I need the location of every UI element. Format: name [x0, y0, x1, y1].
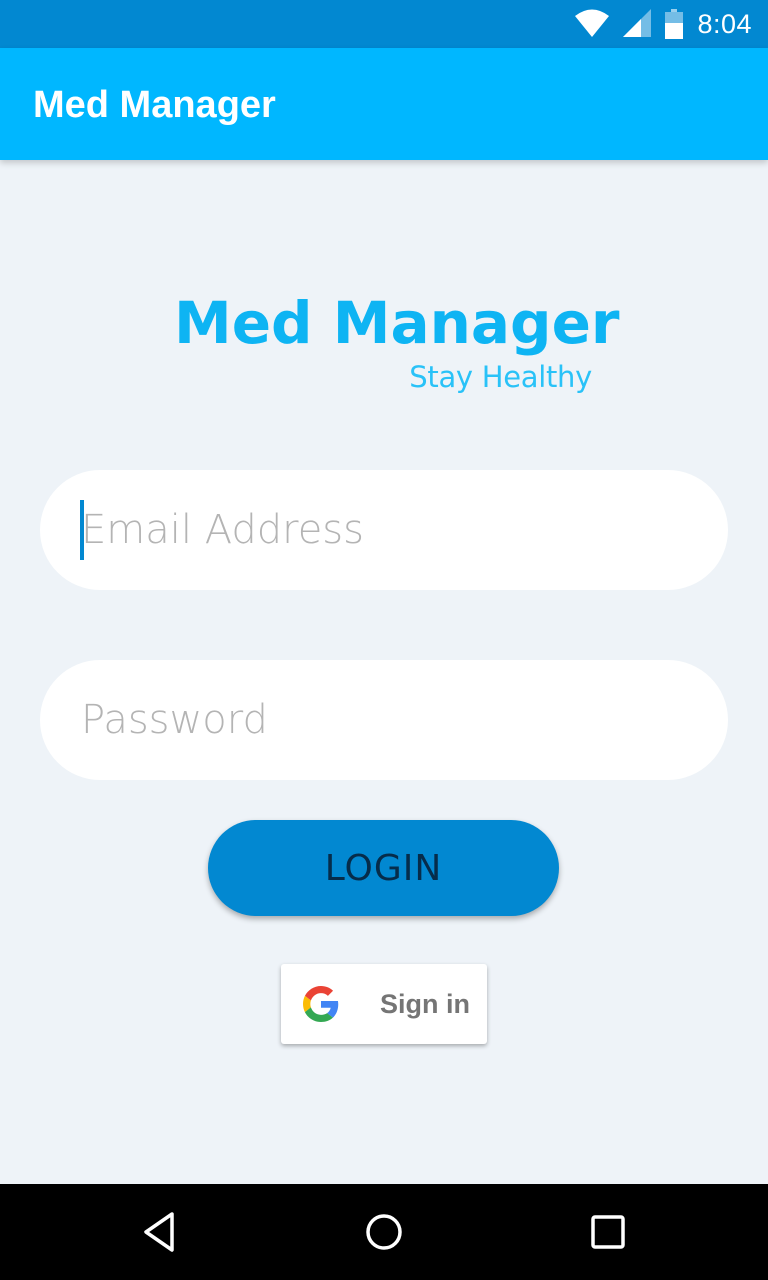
cellular-signal-icon — [623, 9, 652, 37]
login-screen: Med Manager Stay Healthy LOGIN Sign in — [0, 160, 768, 1184]
email-field[interactable] — [40, 470, 728, 590]
status-bar: 8:04 — [0, 0, 768, 48]
app-bar: Med Manager — [0, 48, 768, 160]
status-icons: 8:04 — [575, 0, 752, 48]
back-icon[interactable] — [136, 1208, 184, 1256]
google-sign-in-label: Sign in — [380, 989, 470, 1019]
app-logo: Med Manager Stay Healthy — [174, 285, 620, 405]
google-g-icon — [303, 986, 339, 1022]
password-field[interactable] — [40, 660, 728, 780]
email-input[interactable] — [81, 470, 691, 590]
app-title: Med Manager — [33, 84, 276, 126]
wifi-icon — [575, 9, 610, 37]
google-sign-in-button[interactable]: Sign in — [281, 964, 487, 1044]
recents-icon[interactable] — [584, 1208, 632, 1256]
status-time: 8:04 — [697, 8, 752, 39]
logo-tagline: Stay Healthy — [409, 360, 592, 394]
login-button[interactable]: LOGIN — [208, 820, 559, 916]
battery-icon — [665, 9, 684, 39]
navigation-bar — [0, 1184, 768, 1280]
logo-title: Med Manager — [174, 289, 620, 357]
password-input[interactable] — [81, 660, 691, 780]
home-icon[interactable] — [360, 1208, 408, 1256]
